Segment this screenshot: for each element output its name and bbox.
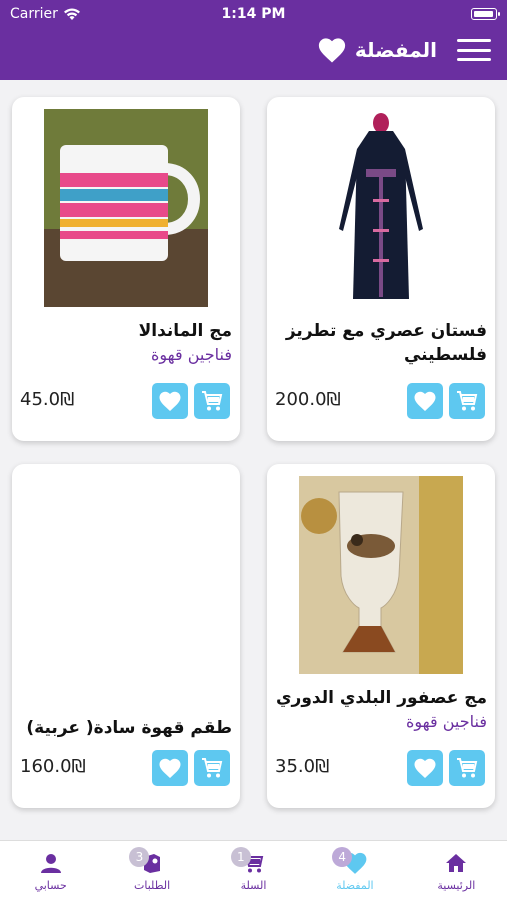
heart-icon [414,758,436,778]
product-actions [152,750,230,786]
product-name-text: طقم قهوة سادة( عربية) [26,718,232,738]
product-price: 45.0₪ [20,389,75,410]
product-price: 200.0₪ [275,389,341,410]
tab-cart[interactable]: 1 السلة [203,841,304,900]
tab-account[interactable]: حسابي [0,841,101,900]
tab-label: المفضلة [336,879,374,892]
product-price: 35.0₪ [275,756,330,777]
product-name: طقم قهوة سادة( عربية) [20,716,232,740]
tab-label: الرئيسية [437,879,476,892]
heart-icon [414,391,436,411]
product-image-placeholder [44,476,208,674]
favorite-button[interactable] [152,750,188,786]
product-actions [407,750,485,786]
product-image-sparrow-mug [299,476,463,674]
cart-icon [202,758,223,778]
product-name: مج عصفور البلدي الدوري فناجين قهوة [275,686,487,734]
product-name-text: فستان عصري مع تطريز فلسطيني [285,321,487,365]
clock: 1:14 PM [221,6,286,22]
menu-line [457,39,491,42]
app-header: Carrier 1:14 PM المفضلة [0,0,507,80]
menu-button[interactable] [457,36,491,64]
cart-count-badge: 1 [230,847,251,867]
cart-icon [457,391,478,411]
tab-home[interactable]: الرئيسية [406,841,507,900]
tab-favorites[interactable]: 4 المفضلة [304,841,405,900]
product-actions [407,383,485,419]
add-to-cart-button[interactable] [449,750,485,786]
nav-bar: المفضلة [0,30,507,70]
cart-icon [202,391,223,411]
product-image-mandala-mug [44,109,208,307]
bottom-tab-bar: الرئيسية 4 المفضلة 1 السلة 3 الطلبات حسا… [0,840,507,900]
page-title-text: المفضلة [354,38,437,62]
add-to-cart-button[interactable] [194,750,230,786]
product-card[interactable]: مج الماندالا فناجين قهوة 45.0₪ [12,97,240,441]
tab-label: السلة [240,879,267,892]
battery-icon [471,8,500,20]
favorite-button[interactable] [407,750,443,786]
product-category: فناجين قهوة [150,345,232,364]
product-name-text: مج الماندالا [138,321,232,341]
home-icon [446,854,467,872]
cart-icon [457,758,478,778]
product-card[interactable]: فستان عصري مع تطريز فلسطيني 200.0₪ [267,97,495,441]
menu-line [457,48,491,52]
tab-orders[interactable]: 3 الطلبات [101,841,202,900]
tab-label: حسابي [34,879,67,892]
product-name: فستان عصري مع تطريز فلسطيني [275,319,487,367]
product-card[interactable]: طقم قهوة سادة( عربية) 160.0₪ [12,464,240,808]
favorites-grid: فستان عصري مع تطريز فلسطيني 200.0₪ مج ال [0,80,507,840]
product-actions [152,383,230,419]
product-image-dress [299,109,463,307]
add-to-cart-button[interactable] [194,383,230,419]
product-price: 160.0₪ [20,756,86,777]
product-category: فناجين قهوة [405,712,487,731]
product-name: مج الماندالا فناجين قهوة [20,319,232,367]
heart-icon [318,38,345,63]
favorite-button[interactable] [407,383,443,419]
status-bar: Carrier 1:14 PM [0,6,507,24]
page-title: المفضلة [317,36,437,64]
add-to-cart-button[interactable] [449,383,485,419]
heart-icon [159,758,181,778]
tab-label: الطلبات [134,879,171,892]
favorite-button[interactable] [152,383,188,419]
product-name-text: مج عصفور البلدي الدوري [275,688,487,708]
menu-line [457,58,491,61]
heart-icon [159,391,181,411]
person-icon [40,854,61,873]
product-card[interactable]: مج عصفور البلدي الدوري فناجين قهوة 35.0₪ [267,464,495,808]
